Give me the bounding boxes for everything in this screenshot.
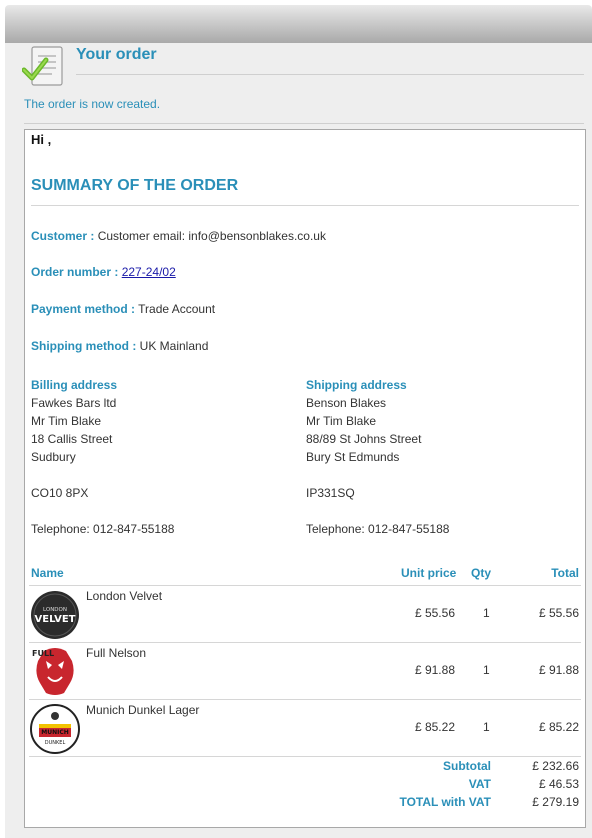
billing-company: Fawkes Bars ltd bbox=[31, 396, 117, 410]
product-name[interactable]: London Velvet bbox=[86, 589, 162, 603]
shipping-method-label: Shipping method : bbox=[31, 339, 137, 353]
shipping-method-value: UK Mainland bbox=[139, 339, 209, 353]
table-row: MUNICH DUNKEL Munich Dunkel Lager £ 85.2… bbox=[25, 700, 585, 756]
summary-divider bbox=[31, 205, 579, 206]
column-header-qty: Qty bbox=[471, 566, 492, 580]
billing-city: Sudbury bbox=[31, 450, 76, 464]
payment-method-row: Payment method : Trade Account bbox=[31, 302, 215, 316]
customer-row: Customer : Customer email: info@bensonbl… bbox=[31, 229, 326, 243]
shipping-address: Shipping address Benson Blakes Mr Tim Bl… bbox=[306, 376, 449, 538]
vat-label: VAT bbox=[468, 777, 491, 791]
unit-price: £ 85.22 bbox=[414, 720, 455, 734]
summary-title: SUMMARY OF THE ORDER bbox=[31, 177, 239, 194]
section-divider bbox=[24, 123, 584, 124]
quantity: 1 bbox=[483, 663, 490, 677]
total-with-vat-value: £ 279.19 bbox=[532, 795, 579, 809]
customer-value: Customer email: info@bensonblakes.co.uk bbox=[97, 229, 326, 243]
billing-address: Billing address Fawkes Bars ltd Mr Tim B… bbox=[31, 376, 174, 538]
shipping-address-heading: Shipping address bbox=[306, 378, 407, 392]
billing-telephone: Telephone: 012-847-55188 bbox=[31, 522, 175, 536]
line-total: £ 91.88 bbox=[538, 663, 579, 677]
payment-method-value: Trade Account bbox=[138, 302, 216, 316]
billing-address-heading: Billing address bbox=[31, 378, 118, 392]
order-number-label: Order number : bbox=[31, 265, 119, 279]
billing-postcode: CO10 8PX bbox=[31, 486, 89, 500]
quantity: 1 bbox=[483, 720, 490, 734]
shipping-name: Mr Tim Blake bbox=[306, 414, 377, 428]
unit-price: £ 91.88 bbox=[414, 663, 455, 677]
order-summary-box: Hi , SUMMARY OF THE ORDER Customer : Cus… bbox=[24, 129, 586, 828]
column-header-unit-price: Unit price bbox=[401, 566, 457, 580]
greeting: Hi , bbox=[31, 132, 52, 147]
status-message: The order is now created. bbox=[24, 97, 161, 111]
quantity: 1 bbox=[483, 606, 490, 620]
total-with-vat-label: TOTAL with VAT bbox=[399, 795, 491, 809]
svg-text:LONDON: LONDON bbox=[43, 607, 67, 613]
order-number-link[interactable]: 227-24/02 bbox=[122, 265, 176, 279]
product-name[interactable]: Full Nelson bbox=[86, 646, 146, 660]
svg-text:MUNICH: MUNICH bbox=[41, 729, 69, 736]
shipping-company: Benson Blakes bbox=[306, 396, 387, 410]
order-created-icon bbox=[22, 46, 63, 86]
london-velvet-logo-icon: LONDON VELVET bbox=[31, 591, 79, 639]
full-nelson-logo-icon: FULL bbox=[30, 647, 80, 697]
shipping-telephone: Telephone: 012-847-55188 bbox=[306, 522, 450, 536]
column-header-name: Name bbox=[31, 566, 64, 580]
billing-street: 18 Callis Street bbox=[31, 432, 113, 446]
unit-price: £ 55.56 bbox=[414, 606, 455, 620]
line-total: £ 55.56 bbox=[538, 606, 579, 620]
munich-dunkel-logo-icon: MUNICH DUNKEL bbox=[30, 704, 80, 754]
title-divider bbox=[76, 74, 584, 75]
shipping-city: Bury St Edmunds bbox=[306, 450, 400, 464]
svg-text:FULL: FULL bbox=[32, 649, 54, 658]
shipping-method-row: Shipping method : UK Mainland bbox=[31, 339, 208, 353]
table-row: FULL Full Nelson £ 91.88 1 £ 91.88 bbox=[25, 643, 585, 699]
product-name[interactable]: Munich Dunkel Lager bbox=[86, 703, 199, 717]
table-row: LONDON VELVET London Velvet £ 55.56 1 £ … bbox=[25, 586, 585, 642]
subtotal-label: Subtotal bbox=[443, 759, 491, 773]
svg-text:VELVET: VELVET bbox=[35, 614, 76, 625]
order-number-row: Order number : 227-24/02 bbox=[31, 265, 176, 279]
row-divider bbox=[29, 756, 581, 757]
top-header-bar bbox=[5, 5, 592, 43]
subtotal-value: £ 232.66 bbox=[532, 759, 579, 773]
page-title: Your order bbox=[76, 46, 157, 63]
column-header-total: Total bbox=[551, 566, 579, 580]
vat-value: £ 46.53 bbox=[538, 777, 579, 791]
payment-method-label: Payment method : bbox=[31, 302, 136, 316]
line-total: £ 85.22 bbox=[538, 720, 579, 734]
customer-label: Customer : bbox=[31, 229, 95, 243]
svg-text:DUNKEL: DUNKEL bbox=[45, 740, 66, 746]
shipping-street: 88/89 St Johns Street bbox=[306, 432, 422, 446]
shipping-postcode: IP331SQ bbox=[306, 486, 355, 500]
billing-name: Mr Tim Blake bbox=[31, 414, 102, 428]
